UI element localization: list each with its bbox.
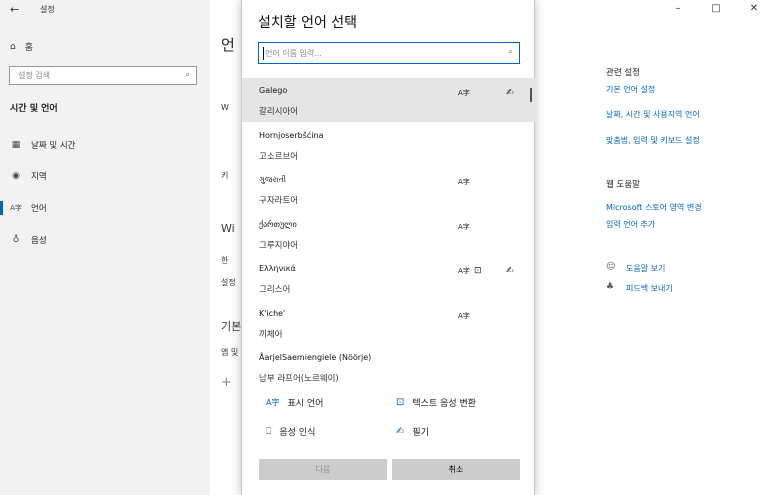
dialog-title: 설치할 언어 선택 xyxy=(258,15,358,31)
search-placeholder: 언어 이름 입력... xyxy=(265,49,322,58)
search-icon: ⌕ xyxy=(184,70,190,80)
content-fragment: 기본 xyxy=(221,320,241,333)
get-help-link[interactable]: 도움말 보기 xyxy=(626,263,665,274)
language-native-name: K'iche' xyxy=(259,308,286,318)
list-item[interactable]: Galego 갈리시아어 A字 ✍ xyxy=(242,78,536,122)
settings-search-input[interactable]: 설정 검색 ⌕ xyxy=(9,66,197,85)
list-item[interactable]: K'iche' 끼체어 A字 xyxy=(242,301,536,345)
cancel-button[interactable]: 취소 xyxy=(392,459,520,480)
language-native-name: Ελληνικά xyxy=(259,264,296,273)
globe-icon: ◉ xyxy=(12,171,20,181)
language-korean-name: 갈리시아어 xyxy=(259,107,299,117)
language-native-name: ÅarjelSaemiengiele (Nöörje) xyxy=(259,353,372,362)
calendar-icon: ▦ xyxy=(11,140,21,150)
language-korean-name: 그루지야어 xyxy=(259,240,299,251)
text-to-speech-icon: ⊡ xyxy=(474,266,482,276)
minimize-button[interactable]: – xyxy=(659,2,697,16)
related-link[interactable]: Microsoft 스토어 영역 변경 xyxy=(606,202,702,213)
language-native-name: Galego xyxy=(259,86,288,95)
section-title: 시간 및 언어 xyxy=(10,104,58,114)
handwriting-icon: ✍ xyxy=(506,88,514,98)
display-language-icon: A字 xyxy=(458,222,470,231)
content-fragment: W xyxy=(221,103,229,112)
sidebar-item-date-time[interactable]: ▦ 날짜 및 시간 xyxy=(10,139,76,151)
list-item[interactable]: Hornjoserbšćina 고소르브어 xyxy=(242,123,536,167)
sidebar-item-region[interactable]: ◉ 지역 xyxy=(10,170,47,182)
content-fragment: 설정 xyxy=(221,278,236,287)
language-native-name: ગુજરાતી xyxy=(259,175,287,184)
sidebar-item-label: 홈 xyxy=(24,43,33,53)
legend-text-to-speech: ⊡ 텍스트 음성 변환 xyxy=(396,396,476,409)
related-link[interactable]: 입력 언어 추가 xyxy=(606,219,655,230)
text-caret xyxy=(263,47,264,60)
related-link[interactable]: 맞춤법, 입력 및 키보드 설정 xyxy=(606,135,700,146)
language-native-name: ქართული xyxy=(259,219,297,229)
language-korean-name: 고소르브어 xyxy=(259,151,299,162)
handwriting-icon: ✍ xyxy=(396,426,405,437)
legend-display-language: A字 표시 언어 xyxy=(266,396,323,409)
related-link[interactable]: 날짜, 시간 및 사용지역 언어 xyxy=(606,109,700,120)
microphone-icon: ♁ xyxy=(12,235,20,245)
feedback-icon: ♣ xyxy=(606,282,615,292)
text-to-speech-icon: ⊡ xyxy=(396,397,405,408)
list-item[interactable]: ÅarjelSaemiengiele (Nöörje) 남부 라프어(노르웨이) xyxy=(242,345,536,388)
language-korean-name: 끼체어 xyxy=(259,329,283,340)
sidebar-item-language[interactable]: A字 언어 xyxy=(10,202,47,214)
related-settings-heading: 관련 설정 xyxy=(606,68,640,78)
language-native-name: Hornjoserbšćina xyxy=(259,130,324,140)
sidebar-item-home[interactable]: ⌂ 홈 xyxy=(10,40,33,54)
language-search-input[interactable]: 언어 이름 입력... ⌕ xyxy=(258,42,520,64)
sidebar-item-label: 음성 xyxy=(31,236,47,246)
search-placeholder: 설정 검색 xyxy=(18,71,50,80)
list-item[interactable]: Ελληνικά 그리스어 A字 ⊡ ✍ xyxy=(242,256,536,300)
content-fragment: + xyxy=(221,375,232,390)
list-item[interactable]: ગુજરાતી 구자라트어 A字 xyxy=(242,167,536,211)
display-language-icon: A字 xyxy=(266,398,280,407)
next-button[interactable]: 다음 xyxy=(259,459,387,480)
sidebar-item-label: 지역 xyxy=(31,172,47,182)
display-language-icon: A字 xyxy=(458,89,470,97)
legend-label: 필기 xyxy=(412,428,429,438)
handwriting-icon: ✍ xyxy=(506,266,514,276)
maximize-button[interactable]: □ xyxy=(697,2,735,16)
legend-label: 텍스트 음성 변환 xyxy=(412,399,477,409)
legend-label: 음성 인식 xyxy=(279,428,316,438)
display-language-icon: A字 xyxy=(458,311,470,320)
content-fragment: 한 xyxy=(221,256,229,265)
page-heading-fragment: 언 xyxy=(221,36,235,54)
window-title: 설정 xyxy=(40,5,55,14)
content-fragment: 키 xyxy=(221,171,229,180)
web-help-heading: 웹 도움말 xyxy=(606,180,640,190)
display-language-icon: A字 xyxy=(458,267,470,275)
sidebar-item-label: 날짜 및 시간 xyxy=(31,141,76,151)
search-icon: ⌕ xyxy=(507,47,513,57)
speech-recognition-icon: ⎕ xyxy=(266,426,272,437)
language-korean-name: 남부 라프어(노르웨이) xyxy=(259,374,339,384)
content-fragment: Wi xyxy=(221,222,235,235)
language-list: Galego 갈리시아어 A字 ✍ Hornjoserbšćina 고소르브어 ગુજરાત… xyxy=(242,78,536,388)
window-controls: – □ ✕ xyxy=(659,2,773,16)
scrollbar[interactable] xyxy=(530,88,532,102)
language-icon: A字 xyxy=(10,204,22,212)
back-arrow-icon[interactable]: ← xyxy=(10,3,19,16)
language-korean-name: 그리스어 xyxy=(259,285,291,295)
legend-handwriting: ✍ 필기 xyxy=(396,425,429,438)
sidebar-item-speech[interactable]: ♁ 음성 xyxy=(10,234,47,246)
close-button[interactable]: ✕ xyxy=(735,2,773,16)
give-feedback-link[interactable]: 피드백 보내기 xyxy=(626,283,673,294)
content-fragment: 앱 및 xyxy=(221,348,239,357)
legend-speech-recognition: ⎕ 음성 인식 xyxy=(266,425,316,439)
related-link[interactable]: 기본 언어 설정 xyxy=(606,84,655,95)
list-item[interactable]: ქართული 그루지야어 A字 xyxy=(242,212,536,256)
display-language-icon: A字 xyxy=(458,178,470,186)
install-language-dialog: 설치할 언어 선택 언어 이름 입력... ⌕ Galego 갈리시아어 A字 ✍ Ho… xyxy=(241,0,536,495)
active-indicator xyxy=(0,201,3,215)
sidebar-item-label: 언어 xyxy=(31,204,47,214)
language-korean-name: 구자라트어 xyxy=(259,196,299,206)
help-icon: ☺ xyxy=(606,262,616,272)
home-icon: ⌂ xyxy=(10,41,16,52)
legend-label: 표시 언어 xyxy=(287,399,324,409)
